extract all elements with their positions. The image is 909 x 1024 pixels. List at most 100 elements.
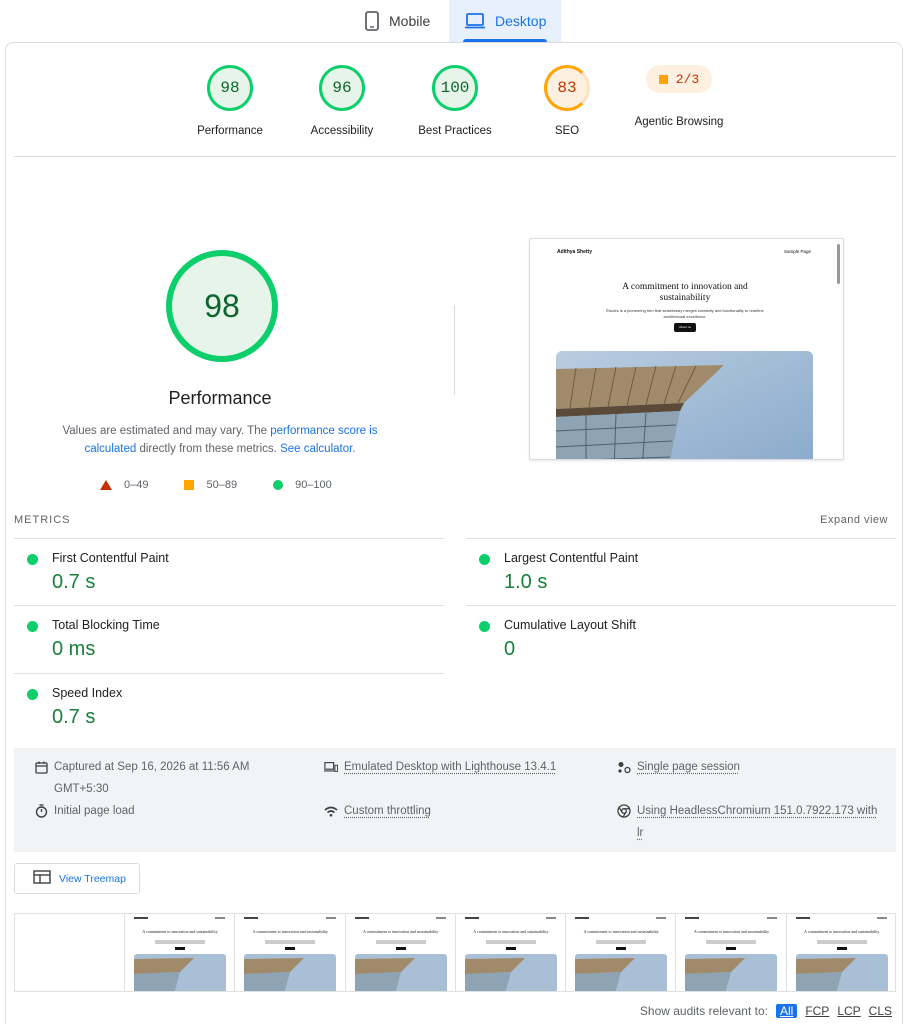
score-legend: 0–49 50–89 90–100 [100,479,368,491]
filter-cls[interactable]: CLS [869,1004,892,1018]
tab-desktop[interactable]: Desktop [449,0,561,42]
gauge-performance[interactable]: 98 Performance [170,65,290,137]
browser-label: Using HeadlessChromium 151.0.7922.173 wi… [637,800,877,844]
frame-heading: A commitment to innovation and sustainab… [581,929,661,934]
filmstrip-blank-frame [15,914,125,991]
frame-heading: A commitment to innovation and sustainab… [250,929,330,934]
agentic-value: 2/3 [676,72,699,87]
metric-value: 1.0 s [504,571,547,594]
filter-lcp[interactable]: LCP [837,1004,860,1018]
chrome-icon [617,800,631,822]
session-icon [617,756,631,778]
gauge-label: SEO [555,125,579,137]
frame-heading: A commitment to innovation and sustainab… [471,929,551,934]
divider [14,156,896,157]
site-button: About us [674,323,696,332]
calendar-icon [34,756,48,778]
pass-circle-icon [479,554,490,565]
gauge-best-practices[interactable]: 100 Best Practices [395,65,515,137]
average-square-icon [184,480,194,490]
score-circle: 100 [432,65,478,111]
legend-pass-label: 90–100 [295,479,332,491]
gauge-accessibility[interactable]: 96 Accessibility [282,65,402,137]
info-session[interactable]: Single page session [617,756,740,778]
screenshot-scrollbar [837,244,840,284]
treemap-label: View Treemap [59,873,126,885]
gauge-seo[interactable]: 83 SEO [507,65,627,137]
metric-value: 0 ms [52,638,95,661]
site-heading: A commitment to innovation and sustainab… [600,282,770,304]
performance-score: 98 [164,248,280,364]
devices-icon [324,756,338,778]
frame-heading: A commitment to innovation and sustainab… [691,929,771,934]
score-gauges: 98 Performance 96 Accessibility 100 Best… [6,43,904,156]
site-name: Adithya Shetty [557,249,592,255]
site-nav-link: Sample Page [784,249,811,254]
filter-all[interactable]: All [776,1004,797,1018]
tab-desktop-label: Desktop [495,13,546,29]
info-captured: Captured at Sep 16, 2026 at 11:56 AM GMT+… [34,756,249,800]
runtime-info: Captured at Sep 16, 2026 at 11:56 AM GMT+… [14,748,896,852]
device-tabs: Mobile Desktop [0,0,909,42]
filmstrip-frame: A commitment to innovation and sustainab… [125,914,235,991]
filmstrip-frame: A commitment to innovation and sustainab… [235,914,345,991]
expand-view-toggle[interactable]: Expand view [820,514,888,526]
metric-fcp: First Contentful Paint 0.7 s [14,538,444,605]
filter-fcp[interactable]: FCP [805,1004,829,1018]
gauge-label: Best Practices [418,125,492,137]
treemap-icon [33,870,51,887]
tab-mobile-label: Mobile [389,13,430,29]
frame-heading: A commitment to innovation and sustainab… [140,929,220,934]
legend-average: 50–89 [184,479,237,491]
desktop-icon [465,13,485,29]
legend-pass: 90–100 [273,479,332,491]
vertical-divider [454,305,455,395]
audit-filter: Show audits relevant to: All FCP LCP CLS [640,1004,892,1018]
captured-line-1: Captured at Sep 16, 2026 at 11:56 AM [54,761,249,773]
pass-circle-icon [479,621,490,632]
pass-circle-icon [27,621,38,632]
agentic-badge: 2/3 [646,65,712,93]
info-browser[interactable]: Using HeadlessChromium 151.0.7922.173 wi… [617,800,877,844]
throttling-label: Custom throttling [344,800,431,822]
filmstrip: A commitment to innovation and sustainab… [14,913,896,992]
pass-circle-icon [27,554,38,565]
page-load-label: Initial page load [54,800,135,822]
score-circle: 96 [319,65,365,111]
wifi-icon [324,800,338,822]
building-image [556,351,813,460]
filmstrip-frame: A commitment to innovation and sustainab… [456,914,566,991]
desc-text: Values are estimated and may vary. The [62,425,270,437]
report-card: 98 Performance 96 Accessibility 100 Best… [5,42,903,1024]
metric-name: Total Blocking Time [52,618,160,632]
info-page-load: Initial page load [34,800,135,822]
captured-line-2: GMT+5:30 [54,783,109,795]
site-paragraph: Études is a pioneering firm that seamles… [600,308,770,319]
final-screenshot[interactable]: Adithya Shetty Sample Page A commitment … [529,238,844,460]
metric-value: 0.7 s [52,706,95,729]
emulated-label: Emulated Desktop with Lighthouse 13.4.1 [344,756,556,778]
average-square-icon [659,75,668,84]
legend-fail: 0–49 [100,479,148,491]
tab-mobile[interactable]: Mobile [349,0,449,42]
view-treemap-button[interactable]: View Treemap [14,863,140,894]
calculator-link[interactable]: See calculator. [280,443,355,455]
gauge-label: Accessibility [311,125,374,137]
gauge-agentic-browsing[interactable]: 2/3 Agentic Browsing [619,56,739,128]
performance-title: Performance [120,388,320,409]
legend-fail-label: 0–49 [124,479,148,491]
frame-heading: A commitment to innovation and sustainab… [802,929,882,934]
metric-name: Cumulative Layout Shift [504,618,636,632]
metric-value: 0 [504,638,515,661]
info-throttling[interactable]: Custom throttling [324,800,431,822]
metric-name: Largest Contentful Paint [504,551,638,565]
fail-triangle-icon [100,480,112,490]
metric-lcp: Largest Contentful Paint 1.0 s [466,538,896,605]
pass-circle-icon [27,689,38,700]
metric-cls: Cumulative Layout Shift 0 [466,605,896,672]
score-circle: 83 [544,65,590,111]
frame-heading: A commitment to innovation and sustainab… [361,929,441,934]
score-circle: 98 [207,65,253,111]
pass-circle-icon [273,480,283,490]
info-emulated[interactable]: Emulated Desktop with Lighthouse 13.4.1 [324,756,556,778]
